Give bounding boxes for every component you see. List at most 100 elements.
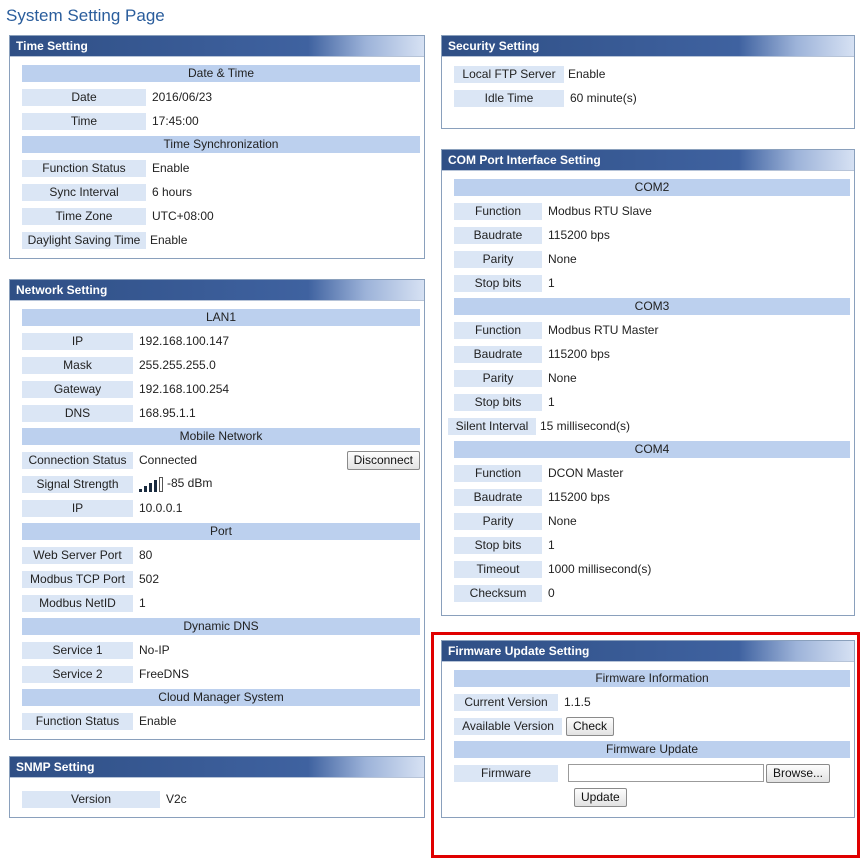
ip-row: IP 192.168.100.147 bbox=[14, 329, 420, 353]
function-status-label: Function Status bbox=[22, 159, 146, 177]
gateway-value: 192.168.100.254 bbox=[139, 382, 230, 396]
mobile-ip-label: IP bbox=[22, 499, 133, 517]
modbus-tcp-port-label: Modbus TCP Port bbox=[22, 570, 133, 588]
com2-section: COM2 bbox=[454, 179, 850, 196]
time-setting-header: Time Setting bbox=[10, 36, 424, 57]
com3-silent-interval-row: Silent Interval 15 millisecond(s) bbox=[446, 414, 850, 438]
left-column: Time Setting Date & Time Date 2016/06/23… bbox=[9, 35, 425, 828]
com4-timeout-label: Timeout bbox=[454, 560, 542, 578]
time-value: 17:45:00 bbox=[152, 114, 199, 128]
dynamic-dns-section: Dynamic DNS bbox=[22, 618, 420, 635]
connection-status-label: Connection Status bbox=[22, 451, 133, 469]
com4-timeout-value: 1000 millisecond(s) bbox=[548, 562, 652, 576]
com4-function-row: Function DCON Master bbox=[446, 461, 850, 485]
port-section: Port bbox=[22, 523, 420, 540]
com3-silent-interval-value: 15 millisecond(s) bbox=[540, 419, 631, 433]
sync-interval-row: Sync Interval 6 hours bbox=[14, 180, 420, 204]
time-zone-value: UTC+08:00 bbox=[152, 209, 214, 223]
com3-function-value: Modbus RTU Master bbox=[548, 323, 659, 337]
com4-timeout-row: Timeout 1000 millisecond(s) bbox=[446, 557, 850, 581]
com3-parity-label: Parity bbox=[454, 369, 542, 387]
date-row: Date 2016/06/23 bbox=[14, 85, 420, 109]
com4-section: COM4 bbox=[454, 441, 850, 458]
com4-checksum-value: 0 bbox=[548, 586, 555, 600]
snmp-version-label: Version bbox=[22, 790, 160, 808]
modbus-tcp-port-row: Modbus TCP Port 502 bbox=[14, 567, 420, 591]
signal-strength-row: Signal Strength -85 dBm bbox=[14, 472, 420, 496]
com2-function-row: Function Modbus RTU Slave bbox=[446, 199, 850, 223]
idle-row: Idle Time 60 minute(s) bbox=[446, 86, 850, 110]
mask-label: Mask bbox=[22, 356, 133, 374]
page-title: System Setting Page bbox=[6, 6, 165, 25]
modbus-tcp-port-value: 502 bbox=[139, 572, 160, 586]
com3-stop-bits-label: Stop bits bbox=[454, 393, 542, 411]
com-setting-header: COM Port Interface Setting bbox=[442, 150, 854, 171]
com2-function-value: Modbus RTU Slave bbox=[548, 204, 652, 218]
ftp-label: Local FTP Server bbox=[454, 65, 564, 83]
sync-interval-label: Sync Interval bbox=[22, 183, 146, 201]
connection-status-row: Connection Status Connected Disconnect bbox=[14, 448, 420, 472]
modbus-netid-value: 1 bbox=[139, 596, 146, 610]
mobile-network-section: Mobile Network bbox=[22, 428, 420, 445]
time-row: Time 17:45:00 bbox=[14, 109, 420, 133]
com3-parity-row: Parity None bbox=[446, 366, 850, 390]
com4-checksum-row: Checksum 0 bbox=[446, 581, 850, 605]
snmp-setting-panel: SNMP Setting Version V2c bbox=[9, 756, 425, 818]
date-value: 2016/06/23 bbox=[152, 90, 213, 104]
sync-interval-value: 6 hours bbox=[152, 185, 193, 199]
function-status-value: Enable bbox=[152, 161, 190, 175]
ftp-value: Enable bbox=[568, 67, 606, 81]
signal-strength-label: Signal Strength bbox=[22, 475, 133, 493]
com3-parity-value: None bbox=[548, 371, 577, 385]
snmp-version-value: V2c bbox=[166, 792, 187, 806]
com2-baudrate-value: 115200 bps bbox=[548, 228, 610, 242]
cloud-function-status-row: Function Status Enable bbox=[14, 709, 420, 733]
signal-bars-icon bbox=[139, 476, 163, 492]
service1-label: Service 1 bbox=[22, 641, 133, 659]
com3-function-label: Function bbox=[454, 321, 542, 339]
ip-value: 192.168.100.147 bbox=[139, 334, 230, 348]
com2-baudrate-label: Baudrate bbox=[454, 226, 542, 244]
com2-baudrate-row: Baudrate 115200 bps bbox=[446, 223, 850, 247]
com4-parity-row: Parity None bbox=[446, 509, 850, 533]
function-status-row: Function Status Enable bbox=[14, 156, 420, 180]
com2-parity-row: Parity None bbox=[446, 247, 850, 271]
mobile-ip-value: 10.0.0.1 bbox=[139, 501, 183, 515]
time-label: Time bbox=[22, 112, 146, 130]
com3-baudrate-label: Baudrate bbox=[454, 345, 542, 363]
dst-row: Daylight Saving Time Enable bbox=[14, 228, 420, 252]
time-setting-panel: Time Setting Date & Time Date 2016/06/23… bbox=[9, 35, 425, 259]
service2-label: Service 2 bbox=[22, 665, 133, 683]
com3-function-row: Function Modbus RTU Master bbox=[446, 318, 850, 342]
cloud-function-status-label: Function Status bbox=[22, 712, 133, 730]
lan1-section: LAN1 bbox=[22, 309, 420, 326]
service1-row: Service 1 No-IP bbox=[14, 638, 420, 662]
com2-stop-bits-row: Stop bits 1 bbox=[446, 271, 850, 295]
ftp-row: Local FTP Server Enable bbox=[446, 62, 850, 86]
modbus-netid-label: Modbus NetID bbox=[22, 594, 133, 612]
dns-label: DNS bbox=[22, 404, 133, 422]
com2-stop-bits-label: Stop bits bbox=[454, 274, 542, 292]
com3-section: COM3 bbox=[454, 298, 850, 315]
mobile-ip-row: IP 10.0.0.1 bbox=[14, 496, 420, 520]
dst-label: Daylight Saving Time bbox=[22, 231, 146, 249]
network-setting-header: Network Setting bbox=[10, 280, 424, 301]
highlight-box bbox=[431, 632, 860, 858]
web-server-port-label: Web Server Port bbox=[22, 546, 133, 564]
signal-strength-value: -85 dBm bbox=[167, 476, 213, 491]
connection-status-value: Connected bbox=[139, 453, 198, 467]
com3-baudrate-value: 115200 bps bbox=[548, 347, 610, 361]
modbus-netid-row: Modbus NetID 1 bbox=[14, 591, 420, 615]
time-zone-label: Time Zone bbox=[22, 207, 146, 225]
dns-value: 168.95.1.1 bbox=[139, 406, 196, 420]
com2-parity-label: Parity bbox=[454, 250, 542, 268]
service1-value: No-IP bbox=[139, 643, 170, 657]
com3-baudrate-row: Baudrate 115200 bps bbox=[446, 342, 850, 366]
com3-stop-bits-row: Stop bits 1 bbox=[446, 390, 850, 414]
ip-label: IP bbox=[22, 332, 133, 350]
dns-row: DNS 168.95.1.1 bbox=[14, 401, 420, 425]
com4-function-value: DCON Master bbox=[548, 466, 624, 480]
disconnect-button[interactable]: Disconnect bbox=[346, 450, 420, 470]
dst-value: Enable bbox=[150, 233, 188, 247]
idle-label: Idle Time bbox=[454, 89, 564, 107]
